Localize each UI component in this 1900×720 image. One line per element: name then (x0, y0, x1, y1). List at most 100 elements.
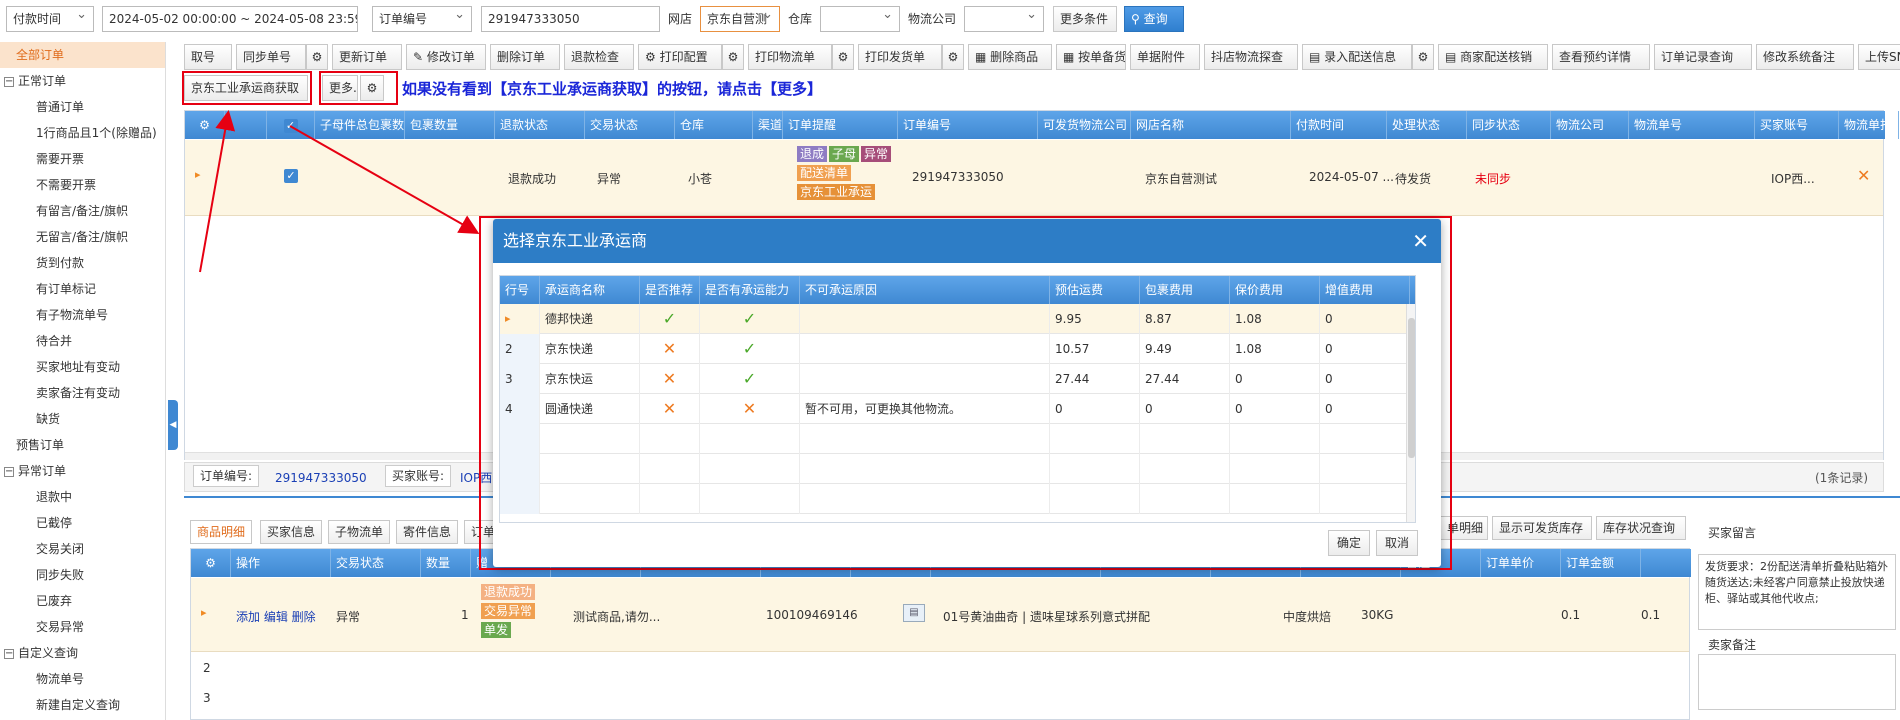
carrier-cell-add: 0 (1320, 394, 1410, 424)
carrier-cell-recommend (640, 484, 700, 514)
carrier-cell-name: 京东快递 (540, 334, 640, 364)
scrollbar-thumb[interactable] (1408, 318, 1415, 458)
carrier-table-header: 行号 承运商名称 是否推荐 是否有承运能力 不可承运原因 预估运费 包裹费用 保价费用 增值费用 (500, 276, 1415, 304)
carrier-cell-recommend: ✕ (640, 334, 700, 364)
carrier-cell-recommend: ✓ (640, 304, 700, 334)
carrier-column-header[interactable]: 是否推荐 (640, 276, 700, 304)
carrier-cell-capable (700, 454, 800, 484)
carrier-cell-capable: ✓ (700, 334, 800, 364)
carrier-cell-pkg: 8.87 (1140, 304, 1230, 334)
carrier-cell-ins: 0 (1230, 364, 1320, 394)
carrier-cell-est (1050, 454, 1140, 484)
carrier-cell-no (500, 484, 540, 514)
carrier-cell-est (1050, 424, 1140, 454)
cross-icon: ✕ (662, 369, 677, 388)
carrier-cell-reason (800, 454, 1050, 484)
confirm-label: 确定 (1336, 536, 1361, 550)
carrier-cell-no: 2 (500, 334, 540, 364)
carrier-cell-pkg (1140, 454, 1230, 484)
modal-header: 选择京东工业承运商 ✕ (493, 219, 1441, 263)
carrier-column-header[interactable]: 不可承运原因 (800, 276, 1050, 304)
carrier-cell-capable: ✓ (700, 364, 800, 394)
carrier-cell-capable: ✕ (700, 394, 800, 424)
arrow-to-jd-button (199, 110, 236, 273)
carrier-cell-est (1050, 484, 1140, 514)
carrier-column-header[interactable]: 包裹费用 (1140, 276, 1230, 304)
carrier-column-header[interactable]: 承运商名称 (540, 276, 640, 304)
cross-icon: ✕ (662, 339, 677, 358)
carrier-cell-no: ▸ (500, 304, 540, 334)
carrier-column-header[interactable]: 增值费用 (1320, 276, 1410, 304)
carrier-cell-name: 京东快运 (540, 364, 640, 394)
check-icon: ✓ (662, 309, 677, 328)
carrier-cell-capable: ✓ (700, 304, 800, 334)
carrier-cell-pkg: 0 (1140, 394, 1230, 424)
carrier-cell-no (500, 454, 540, 484)
carrier-row[interactable]: 2 京东快递 ✕ ✓ 10.57 9.49 1.08 0 (500, 334, 1410, 364)
carrier-cell-reason (800, 304, 1050, 334)
carrier-cell-name: 圆通快递 (540, 394, 640, 424)
carrier-cell-reason (800, 484, 1050, 514)
cancel-label: 取消 (1384, 536, 1409, 550)
carrier-cell-ins (1230, 454, 1320, 484)
carrier-cell-pkg: 9.49 (1140, 334, 1230, 364)
arrow-to-modal (289, 125, 480, 234)
carrier-row[interactable] (500, 484, 1410, 514)
cancel-button[interactable]: 取消 (1376, 530, 1418, 556)
carrier-cell-reason (800, 334, 1050, 364)
carrier-column-header[interactable]: 预估运费 (1050, 276, 1140, 304)
carrier-cell-add (1320, 424, 1410, 454)
carrier-cell-add (1320, 454, 1410, 484)
carrier-cell-add: 0 (1320, 364, 1410, 394)
carrier-cell-est: 9.95 (1050, 304, 1140, 334)
cross-icon: ✕ (662, 399, 677, 418)
carrier-row[interactable] (500, 454, 1410, 484)
carrier-column-header[interactable]: 行号 (500, 276, 540, 304)
carrier-cell-name (540, 484, 640, 514)
close-icon[interactable]: ✕ (1412, 219, 1429, 263)
carrier-cell-name (540, 454, 640, 484)
carrier-cell-no (500, 424, 540, 454)
modal-title: 选择京东工业承运商 (503, 231, 648, 250)
cross-icon: ✕ (742, 399, 757, 418)
carrier-cell-reason: 暂不可用，可更换其他物流。 (800, 394, 1050, 424)
check-icon: ✓ (742, 339, 757, 358)
carrier-table: 行号 承运商名称 是否推荐 是否有承运能力 不可承运原因 预估运费 包裹费用 保价费用 增值费用… (499, 275, 1416, 523)
carrier-cell-recommend: ✕ (640, 364, 700, 394)
carrier-cell-capable (700, 484, 800, 514)
carrier-row[interactable] (500, 424, 1410, 454)
check-icon: ✓ (742, 369, 757, 388)
carrier-cell-ins: 1.08 (1230, 304, 1320, 334)
carrier-cell-add: 0 (1320, 304, 1410, 334)
carrier-cell-capable (700, 424, 800, 454)
carrier-cell-pkg (1140, 484, 1230, 514)
carrier-cell-recommend: ✕ (640, 394, 700, 424)
carrier-cell-ins: 1.08 (1230, 334, 1320, 364)
carrier-cell-name (540, 424, 640, 454)
carrier-cell-reason (800, 364, 1050, 394)
carrier-cell-add (1320, 484, 1410, 514)
carrier-cell-reason (800, 424, 1050, 454)
carrier-cell-est: 10.57 (1050, 334, 1140, 364)
carrier-row[interactable]: ▸ 德邦快递 ✓ ✓ 9.95 8.87 1.08 0 (500, 304, 1410, 334)
carrier-cell-no: 4 (500, 394, 540, 424)
carrier-table-vscrollbar[interactable] (1406, 304, 1415, 522)
carrier-cell-name: 德邦快递 (540, 304, 640, 334)
carrier-modal: 选择京东工业承运商 ✕ 行号 承运商名称 是否推荐 是否有承运能力 不可承运原因 预估运费… (493, 219, 1441, 567)
carrier-row[interactable]: 4 圆通快递 ✕ ✕ 暂不可用，可更换其他物流。 0 0 0 0 (500, 394, 1410, 424)
carrier-cell-recommend (640, 424, 700, 454)
carrier-column-header[interactable]: 是否有承运能力 (700, 276, 800, 304)
carrier-cell-est: 27.44 (1050, 364, 1140, 394)
check-icon: ✓ (742, 309, 757, 328)
carrier-cell-est: 0 (1050, 394, 1140, 424)
carrier-cell-add: 0 (1320, 334, 1410, 364)
carrier-cell-ins: 0 (1230, 394, 1320, 424)
carrier-cell-ins (1230, 484, 1320, 514)
carrier-cell-pkg: 27.44 (1140, 364, 1230, 394)
confirm-button[interactable]: 确定 (1328, 530, 1370, 556)
carrier-cell-ins (1230, 424, 1320, 454)
carrier-cell-pkg (1140, 424, 1230, 454)
carrier-cell-recommend (640, 454, 700, 484)
carrier-column-header[interactable]: 保价费用 (1230, 276, 1320, 304)
carrier-row[interactable]: 3 京东快运 ✕ ✓ 27.44 27.44 0 0 (500, 364, 1410, 394)
